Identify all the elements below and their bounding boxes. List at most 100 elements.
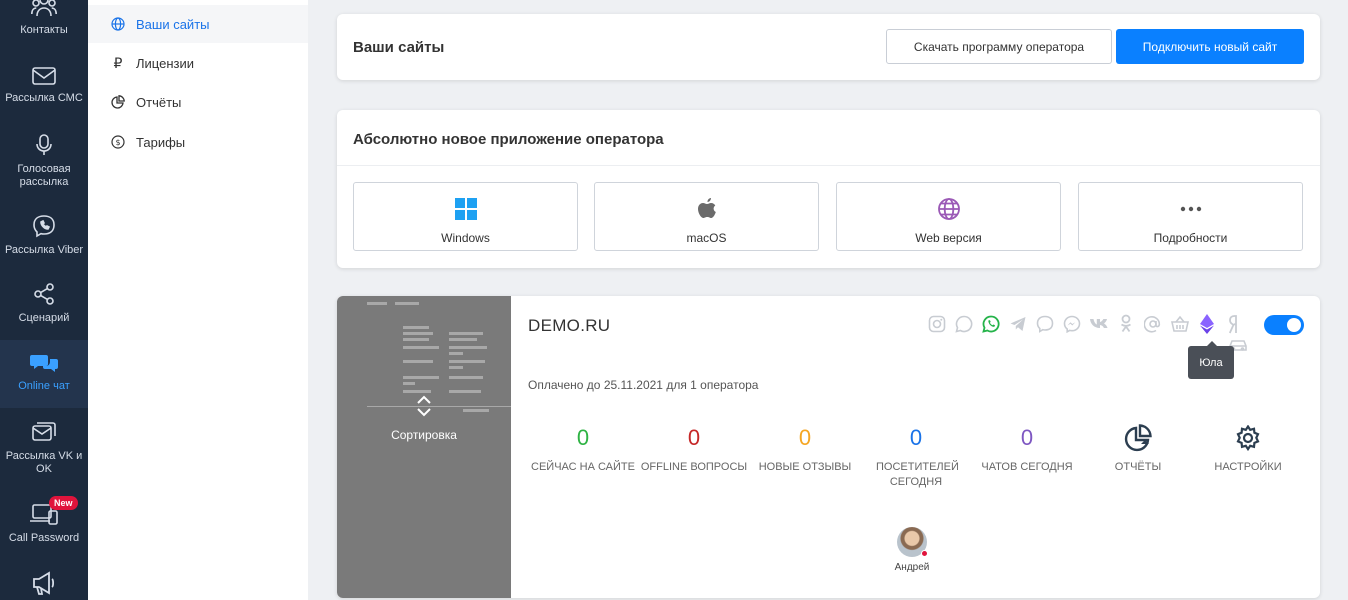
- rail-item-sms[interactable]: Рассылка СМС: [0, 66, 88, 105]
- action-label: НАСТРОЙКИ: [1214, 461, 1282, 473]
- stat-label: ПОСЕТИТЕЛЕЙ СЕГОДНЯ: [876, 461, 959, 488]
- rail-item-voice[interactable]: Голосовая рассылка: [0, 133, 88, 189]
- subnav-label: Лицензии: [136, 55, 194, 71]
- viber-icon[interactable]: [1035, 314, 1055, 334]
- offline-status-dot: [921, 550, 928, 557]
- site-enabled-toggle[interactable]: [1264, 315, 1304, 335]
- paid-until-text: Оплачено до 25.11.2021 для 1 оператора: [528, 378, 759, 392]
- app-tile-web[interactable]: Web версия: [836, 182, 1061, 251]
- download-operator-app-button[interactable]: Скачать программу оператора: [886, 29, 1112, 64]
- stat-value: 0: [798, 425, 812, 450]
- rail-label: Online чат: [18, 380, 70, 392]
- rail-label: Рассылка Viber: [4, 244, 84, 256]
- rail-item-contacts[interactable]: Контакты: [0, 0, 88, 37]
- vk-icon[interactable]: [1089, 314, 1109, 334]
- rail-label: Рассылка СМС: [5, 92, 83, 104]
- telegram-icon[interactable]: [1008, 314, 1028, 334]
- stat-new-reviews[interactable]: 0 НОВЫЕ ОТЗЫВЫ: [749, 424, 861, 475]
- mail-stack-icon: [32, 422, 56, 441]
- operator-app-card: Абсолютно новое приложение оператора Win…: [337, 110, 1320, 268]
- rail-item-call-password[interactable]: New Call Password: [0, 496, 88, 545]
- stat-label: OFFLINE ВОПРОСЫ: [640, 461, 748, 473]
- globe-icon: [110, 17, 126, 31]
- svg-text:$: $: [115, 138, 120, 147]
- app-tile-macos[interactable]: macOS: [594, 182, 819, 251]
- odnoklassniki-icon[interactable]: [1116, 314, 1136, 334]
- apple-icon: [595, 197, 818, 221]
- app-tile-label: macOS: [686, 231, 727, 245]
- messenger-icon[interactable]: [1062, 314, 1082, 334]
- sort-label: Сортировка: [391, 428, 457, 442]
- globe-icon: [837, 197, 1060, 221]
- divider: [337, 165, 1320, 166]
- windows-icon: [354, 197, 577, 221]
- settings-action[interactable]: НАСТРОЙКИ: [1192, 424, 1304, 475]
- share-nodes-icon: [34, 283, 54, 305]
- dollar-circle-icon: $: [110, 135, 126, 149]
- gear-icon: [1192, 424, 1304, 452]
- sort-arrows-icon: [417, 395, 431, 417]
- envelope-icon: [32, 67, 56, 85]
- operator-name: Андрей: [894, 562, 930, 573]
- stat-chats-today[interactable]: 0 ЧАТОВ СЕГОДНЯ: [971, 424, 1083, 475]
- rail-label: Сценарий: [18, 312, 70, 324]
- site-card: Сортировка DEMO.RU Юла Оплачено до 25.11…: [337, 296, 1320, 598]
- app-tile-label: Web версия: [915, 231, 982, 245]
- subnav-item-tariffs[interactable]: $ Тарифы: [88, 123, 308, 161]
- channel-tooltip: Юла: [1188, 341, 1234, 379]
- megaphone-icon: [33, 571, 55, 595]
- yandex-icon[interactable]: [1224, 314, 1244, 334]
- sub-navigation: Ваши сайты ₽ Лицензии Отчёты $ Тарифы: [88, 0, 308, 600]
- microphone-icon: [36, 134, 52, 155]
- pie-chart-icon: [1082, 424, 1194, 452]
- rail-item-online-chat[interactable]: Online чат: [0, 340, 88, 408]
- app-tile-details[interactable]: Подробности: [1078, 182, 1303, 251]
- subnav-label: Ваши сайты: [136, 16, 210, 32]
- yula-icon[interactable]: [1197, 314, 1217, 334]
- subnav-label: Отчёты: [136, 94, 182, 110]
- app-tile-label: Windows: [441, 231, 490, 245]
- pie-chart-icon: [110, 95, 126, 109]
- email-at-icon[interactable]: [1143, 314, 1163, 334]
- site-preview[interactable]: Сортировка: [337, 296, 511, 598]
- stat-label: НОВЫЕ ОТЗЫВЫ: [758, 461, 852, 473]
- rail-item-scenario[interactable]: Сценарий: [0, 282, 88, 325]
- reports-action[interactable]: ОТЧЁТЫ: [1082, 424, 1194, 475]
- action-label: ОТЧЁТЫ: [1114, 461, 1162, 473]
- connect-new-site-button[interactable]: Подключить новый сайт: [1116, 29, 1304, 64]
- app-tile-windows[interactable]: Windows: [353, 182, 578, 251]
- main-rail: Контакты Рассылка СМС Голосовая рассылка…: [0, 0, 88, 600]
- new-badge: New: [49, 496, 78, 510]
- instagram-icon[interactable]: [927, 314, 947, 334]
- rail-label: Call Password: [8, 532, 80, 544]
- avatar: [897, 527, 928, 557]
- subnav-label: Тарифы: [136, 134, 186, 150]
- stat-value: 0: [576, 425, 590, 450]
- rail-item-vk-ok[interactable]: Рассылка VK и OK: [0, 420, 88, 476]
- subnav-item-your-sites[interactable]: Ваши сайты: [88, 5, 308, 43]
- basket-icon[interactable]: [1170, 314, 1190, 334]
- stat-visitors-today[interactable]: 0 ПОСЕТИТЕЛЕЙ СЕГОДНЯ: [860, 424, 972, 490]
- stat-value: 0: [1020, 425, 1034, 450]
- subnav-item-licenses[interactable]: ₽ Лицензии: [88, 44, 308, 82]
- stat-online-now[interactable]: 0 СЕЙЧАС НА САЙТЕ: [527, 424, 639, 475]
- subnav-item-reports[interactable]: Отчёты: [88, 83, 308, 121]
- app-tile-label: Подробности: [1153, 231, 1228, 245]
- operator-andrey[interactable]: Андрей: [892, 527, 932, 573]
- stat-value: 0: [687, 425, 701, 450]
- stat-offline-questions[interactable]: 0 OFFLINE ВОПРОСЫ: [638, 424, 750, 475]
- stat-label: ЧАТОВ СЕГОДНЯ: [981, 461, 1073, 473]
- stat-label: СЕЙЧАС НА САЙТЕ: [531, 461, 635, 473]
- rail-label: Рассылка VK и OK: [5, 450, 83, 475]
- site-name: DEMO.RU: [528, 316, 611, 335]
- viber-icon: [33, 215, 55, 238]
- whatsapp-icon[interactable]: [954, 314, 974, 334]
- sites-header-card: Ваши сайты Скачать программу оператора П…: [337, 14, 1320, 80]
- whatsapp-active-icon[interactable]: [981, 314, 1001, 334]
- stat-value: 0: [909, 425, 923, 450]
- rail-item-campaigns[interactable]: [0, 570, 88, 600]
- rail-item-viber[interactable]: Рассылка Viber: [0, 214, 88, 257]
- app-card-title: Абсолютно новое приложение оператора: [353, 131, 664, 148]
- ruble-icon: ₽: [113, 54, 123, 71]
- page-title: Ваши сайты: [353, 39, 445, 56]
